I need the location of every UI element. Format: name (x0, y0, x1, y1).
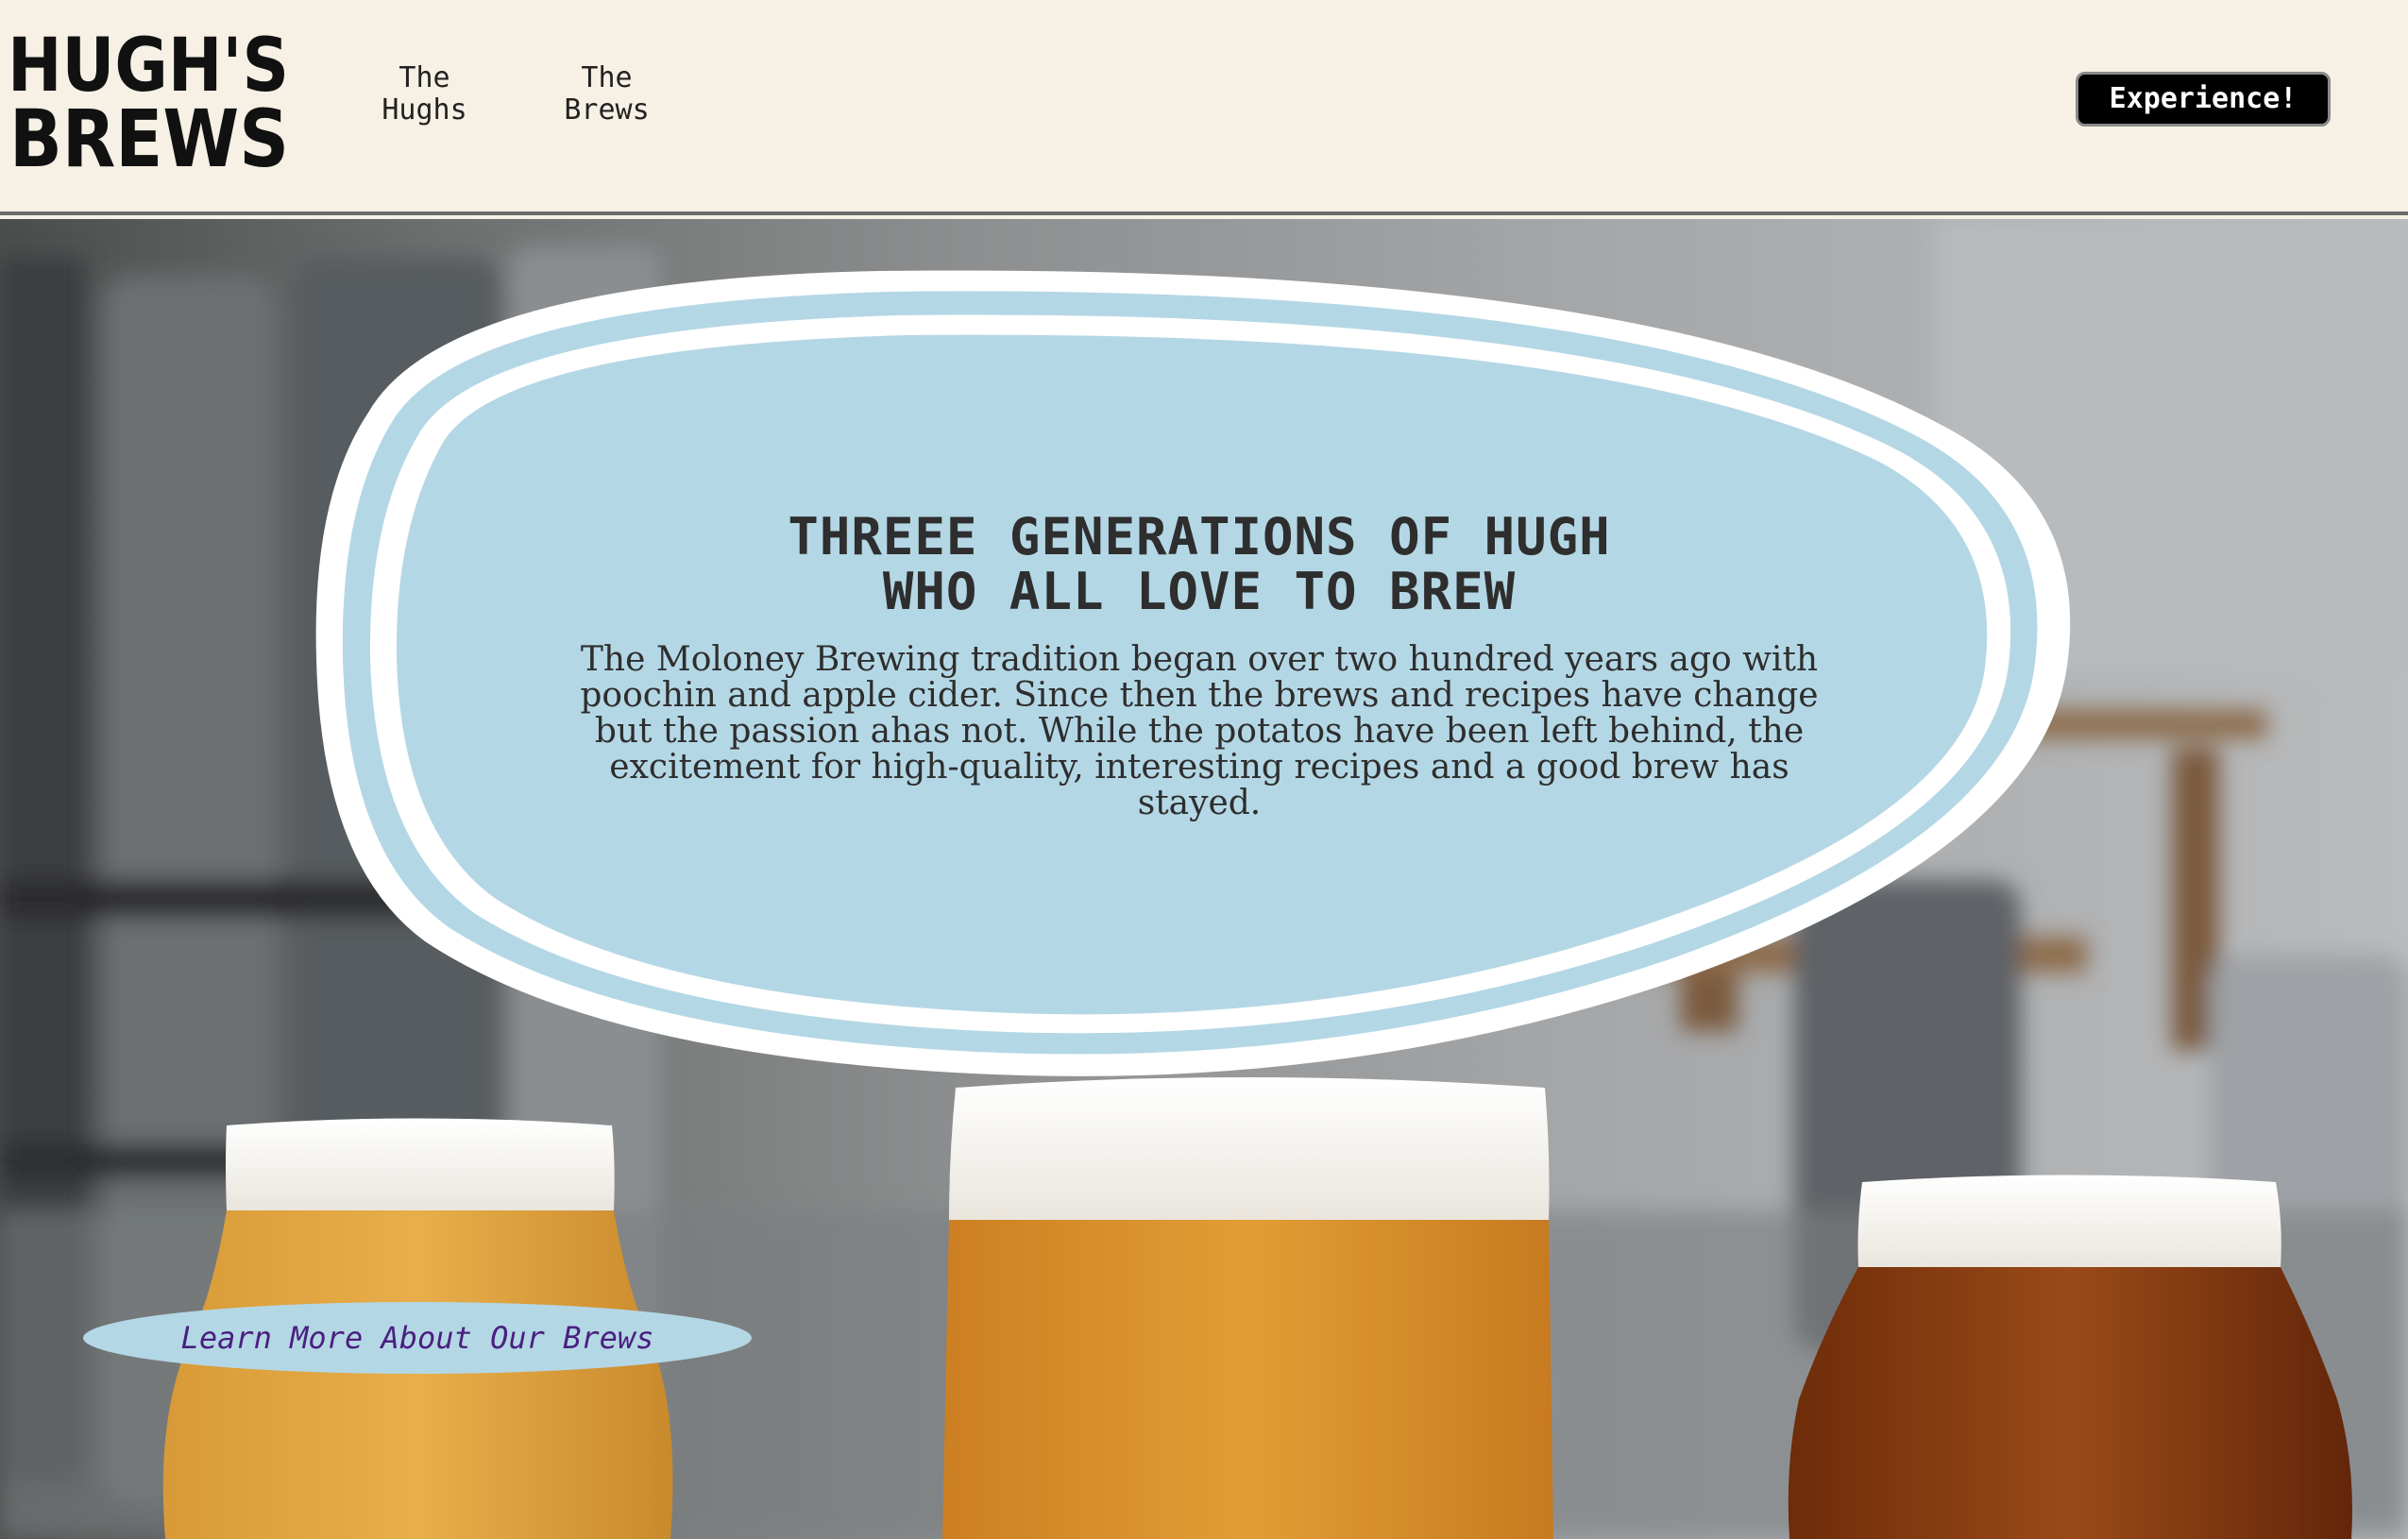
intro-content: THREEE GENERATIONS OF HUGH WHO ALL LOVE … (538, 510, 1860, 821)
beer-glass-right (1788, 1175, 2352, 1539)
hero-section: THREEE GENERATIONS OF HUGH WHO ALL LOVE … (0, 219, 2408, 1539)
nav-label-line1: The (399, 61, 450, 94)
site-header: HUGH'S BREWS The Hughs The Brews Experie… (0, 0, 2408, 215)
intro-paragraph: The Moloney Brewing tradition began over… (580, 640, 1819, 822)
nav-label-line1: The (581, 61, 633, 94)
page: HUGH'S BREWS The Hughs The Brews Experie… (0, 0, 2408, 1539)
nav-label-line2: Hughs (382, 93, 467, 127)
svg-text:BREWS: BREWS (9, 93, 289, 174)
brand-logo[interactable]: HUGH'S BREWS (6, 26, 294, 174)
beer-glass-center (942, 1077, 1553, 1539)
experience-button[interactable]: Experience! (2076, 72, 2331, 127)
intro-title-line1: THREEE GENERATIONS OF HUGH (788, 507, 1611, 567)
intro-title: THREEE GENERATIONS OF HUGH WHO ALL LOVE … (538, 510, 1860, 619)
nav-link-the-hughs[interactable]: The Hughs (370, 62, 479, 127)
nav-label-line2: Brews (564, 93, 650, 127)
intro-title-line2: WHO ALL LOVE TO BREW (882, 562, 1517, 621)
nav-link-the-brews[interactable]: The Brews (552, 62, 661, 127)
brand-logo-graphic: HUGH'S BREWS (8, 26, 289, 174)
learn-more-button[interactable]: Learn More About Our Brews (83, 1302, 752, 1374)
